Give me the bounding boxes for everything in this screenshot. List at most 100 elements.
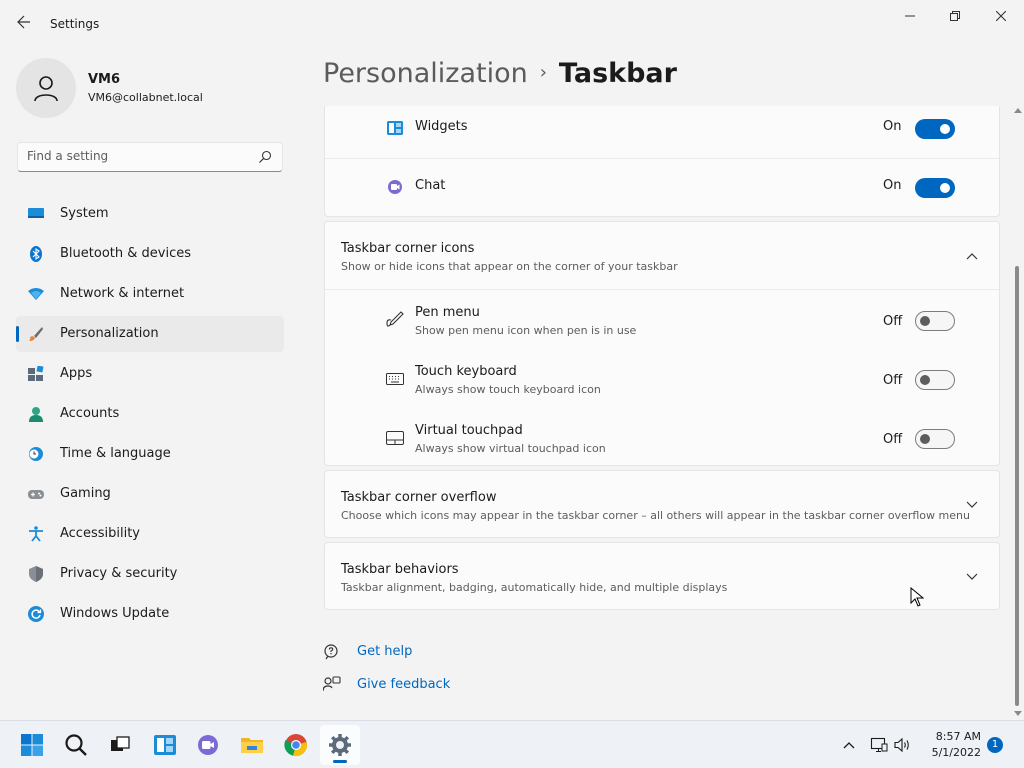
corner-icons-description: Show or hide icons that appear on the co… — [341, 260, 678, 273]
pen-menu-title: Pen menu — [415, 305, 480, 320]
start-button[interactable] — [12, 725, 52, 765]
sidebar-item-apps[interactable]: Apps — [16, 356, 284, 392]
corner-icons-card: Taskbar corner icons Show or hide icons … — [324, 221, 1000, 466]
sidebar-item-system[interactable]: System — [16, 196, 284, 232]
breadcrumb-parent[interactable]: Personalization — [323, 58, 528, 89]
widgets-label: Widgets — [415, 119, 468, 134]
get-help-label[interactable]: Get help — [357, 644, 412, 659]
touchpad-icon — [386, 431, 404, 445]
folder-icon — [241, 738, 263, 753]
pen-menu-state: Off — [883, 314, 903, 329]
volume-tray-icon[interactable] — [894, 721, 912, 768]
sidebar-nav: System Bluetooth & devices Network & int… — [16, 196, 284, 636]
restore-button[interactable] — [932, 0, 978, 32]
sidebar-item-label: Windows Update — [60, 606, 170, 621]
sidebar-item-label: Apps — [60, 366, 93, 381]
chrome-button[interactable] — [276, 725, 316, 765]
content-scrollbar[interactable] — [1012, 106, 1022, 720]
close-button[interactable] — [978, 0, 1024, 32]
widgets-toggle[interactable] — [915, 119, 955, 139]
scroll-up-arrow-icon[interactable] — [1014, 108, 1022, 113]
sidebar-item-label: Network & internet — [60, 286, 185, 301]
sidebar-item-label: Privacy & security — [60, 566, 178, 581]
behaviors-card[interactable]: Taskbar behaviors Taskbar alignment, bad… — [324, 542, 1000, 610]
sidebar-item-gaming[interactable]: Gaming — [16, 476, 284, 512]
pen-menu-toggle[interactable] — [915, 311, 955, 331]
sidebar-item-label: Accounts — [60, 406, 120, 421]
breadcrumb-separator: › — [539, 62, 547, 83]
chevron-up-icon — [843, 742, 855, 749]
widgets-taskbar-button[interactable] — [145, 725, 185, 765]
search-taskbar-button[interactable] — [56, 725, 96, 765]
touch-keyboard-title: Touch keyboard — [415, 364, 517, 379]
window-title: Settings — [50, 17, 100, 31]
sidebar-item-personalization[interactable]: Personalization — [16, 316, 284, 352]
sidebar-item-label: Bluetooth & devices — [60, 246, 191, 261]
sidebar-item-windows-update[interactable]: Windows Update — [16, 596, 284, 632]
show-hidden-icons-button[interactable] — [842, 721, 856, 768]
give-feedback-label[interactable]: Give feedback — [357, 677, 450, 692]
virtual-touchpad-title: Virtual touchpad — [415, 423, 523, 438]
widgets-state: On — [883, 119, 902, 134]
scroll-down-arrow-icon[interactable] — [1014, 711, 1022, 716]
system-taskbar: 8:57 AM 5/1/2022 1 — [0, 720, 1024, 768]
help-chat-icon — [324, 644, 338, 660]
pen-menu-description: Show pen menu icon when pen is in use — [415, 324, 637, 337]
corner-icons-header[interactable]: Taskbar corner icons Show or hide icons … — [325, 222, 999, 289]
avatar — [16, 58, 76, 118]
sidebar-item-label: Personalization — [60, 326, 159, 341]
sidebar-item-network[interactable]: Network & internet — [16, 276, 284, 312]
clock-time: 8:57 AM — [935, 730, 981, 743]
brush-icon — [29, 327, 43, 341]
network-tray-icon[interactable] — [870, 721, 888, 768]
pen-icon — [386, 311, 404, 327]
search-icon[interactable] — [258, 150, 272, 164]
chat-taskbar-button[interactable] — [188, 725, 228, 765]
speaker-icon — [894, 737, 909, 753]
network-icon — [870, 737, 888, 752]
chat-toggle[interactable] — [915, 178, 955, 198]
chat-icon — [388, 180, 402, 194]
touch-keyboard-row: Touch keyboard Always show touch keyboar… — [325, 349, 999, 408]
notification-badge[interactable]: 1 — [987, 737, 1003, 753]
sidebar-item-label: Accessibility — [60, 526, 140, 541]
settings-taskbar-button[interactable] — [320, 725, 360, 765]
user-name: VM6 — [88, 72, 121, 87]
keyboard-icon — [386, 373, 404, 385]
chat-row: Chat On — [325, 159, 999, 217]
touch-keyboard-toggle[interactable] — [915, 370, 955, 390]
chevron-down-icon[interactable] — [965, 570, 979, 584]
corner-overflow-description: Choose which icons may appear in the tas… — [341, 509, 970, 522]
chevron-down-icon[interactable] — [965, 498, 979, 512]
scroll-thumb[interactable] — [1015, 266, 1019, 706]
sidebar-item-bluetooth[interactable]: Bluetooth & devices — [16, 236, 284, 272]
breadcrumb: Personalization › Taskbar — [323, 58, 677, 89]
search-input[interactable] — [27, 149, 247, 163]
bluetooth-icon — [30, 246, 42, 262]
virtual-touchpad-toggle[interactable] — [915, 429, 955, 449]
file-explorer-button[interactable] — [232, 725, 272, 765]
settings-content: Widgets On Chat On Taskbar corner icons … — [324, 106, 1000, 720]
gear-icon — [329, 734, 351, 756]
clock-globe-icon — [29, 447, 43, 461]
minimize-button[interactable] — [887, 0, 933, 32]
task-view-button[interactable] — [100, 725, 140, 765]
chevron-up-icon[interactable] — [965, 249, 979, 263]
clock-date: 5/1/2022 — [931, 746, 981, 759]
search-icon — [65, 734, 87, 756]
gamepad-icon — [28, 490, 44, 499]
corner-icons-title: Taskbar corner icons — [341, 241, 475, 256]
sidebar-item-accounts[interactable]: Accounts — [16, 396, 284, 432]
clock[interactable]: 8:57 AM 5/1/2022 — [925, 729, 981, 761]
windows-logo-icon — [21, 734, 43, 756]
search-box[interactable] — [17, 142, 283, 172]
taskbar-items-card: Widgets On Chat On — [324, 106, 1000, 217]
page-title: Taskbar — [558, 58, 677, 89]
chat-icon — [198, 735, 218, 755]
back-arrow-icon[interactable] — [14, 14, 34, 34]
feedback-icon — [323, 676, 341, 692]
sidebar-item-time-language[interactable]: Time & language — [16, 436, 284, 472]
corner-overflow-card[interactable]: Taskbar corner overflow Choose which ico… — [324, 470, 1000, 538]
sidebar-item-privacy[interactable]: Privacy & security — [16, 556, 284, 592]
sidebar-item-accessibility[interactable]: Accessibility — [16, 516, 284, 552]
